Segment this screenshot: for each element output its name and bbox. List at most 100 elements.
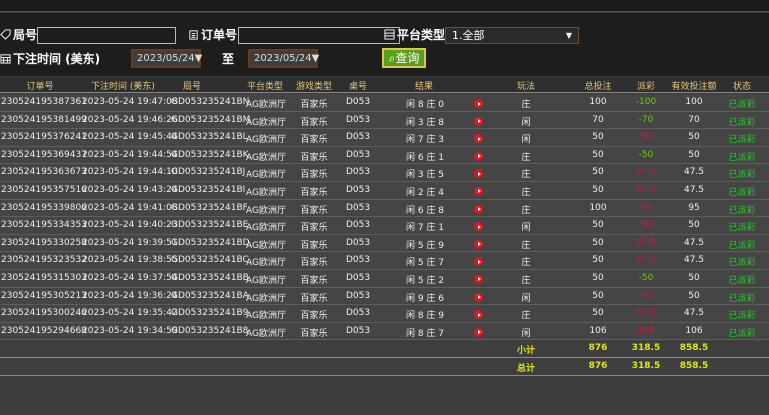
order-no-cell: 230524195363673 — [1, 167, 87, 178]
subtotal-label: 小计 — [516, 346, 536, 357]
bet-time-cell: 2023-05-24 19:39:51 — [82, 237, 178, 248]
to-label: 至 — [222, 52, 235, 66]
table-row[interactable]: 230524195381499 2023-05-24 19:46:26 GD0532… — [0, 111, 769, 130]
order-no-cell: 230524195357516 — [1, 184, 87, 195]
table-row[interactable]: 230524195387361 2023-05-24 19:47:08 GD0532… — [0, 94, 769, 112]
bet-time-cell: 2023-05-24 19:38:55 — [82, 255, 178, 266]
platform-cell: AG欧洲厅 — [246, 258, 286, 269]
play-video-icon[interactable] — [474, 257, 483, 267]
bet-type-cell: 庄 — [521, 311, 531, 322]
subtotal-bet: 876 — [588, 343, 608, 354]
play-video-icon[interactable] — [474, 186, 483, 196]
valid-bet-cell: 47.5 — [683, 308, 705, 319]
table-row[interactable]: 230524195305213 2023-05-24 19:36:24 GD0532… — [0, 287, 769, 306]
table-no-cell: D053 — [345, 149, 371, 160]
total-bet-cell: 50 — [592, 237, 604, 248]
play-video-icon[interactable] — [474, 151, 483, 161]
total-label: 总计 — [516, 363, 536, 374]
round-label: 局号 — [0, 26, 37, 43]
table-row[interactable]: 230524195369437 2023-05-24 19:44:54 GD0532… — [0, 146, 769, 165]
time-label-text: 下注时间 (美东) — [13, 52, 101, 66]
game-type-cell: 百家乐 — [300, 275, 328, 286]
tag-icon — [0, 29, 11, 40]
table-row[interactable]: 230524195334353 2023-05-24 19:40:23 GD0532… — [0, 217, 769, 235]
play-video-icon[interactable] — [474, 274, 483, 284]
date-to-picker[interactable]: 2023/05/24▼ — [248, 49, 319, 68]
order-no-cell: 230524195315303 — [1, 272, 87, 283]
payout-cell: -70 — [638, 114, 654, 125]
query-button-label: 查询 — [395, 51, 420, 65]
table-no-cell: D053 — [345, 97, 371, 107]
column-header: 结果 — [414, 82, 434, 92]
table-row[interactable]: 230524195300246 2023-05-24 19:35:42 GD0532… — [0, 305, 769, 323]
bet-type-cell: 庄 — [521, 152, 531, 163]
table-row[interactable]: 230524195330258 2023-05-24 19:39:51 GD0532… — [0, 234, 769, 253]
play-video-icon[interactable] — [474, 222, 483, 232]
round-no-cell: GD053235241BM — [171, 114, 251, 125]
total-bet-cell: 50 — [592, 149, 604, 160]
calendar-icon — [0, 54, 11, 64]
bet-time-cell: 2023-05-24 19:47:08 — [82, 97, 178, 107]
status-cell: 已派彩 — [728, 187, 756, 198]
table-row[interactable]: 230524195357516 2023-05-24 19:43:24 GD0532… — [0, 181, 769, 200]
game-type-cell: 百家乐 — [300, 187, 328, 198]
table-row[interactable]: 230524195363673 2023-05-24 19:44:10 GD0532… — [0, 164, 769, 182]
platform-select-value: 1.全部 — [452, 29, 485, 42]
game-type-cell: 百家乐 — [300, 311, 328, 322]
play-video-icon[interactable] — [474, 99, 483, 108]
total-bet-cell: 50 — [592, 220, 604, 231]
table-no-cell: D053 — [345, 184, 371, 195]
play-video-icon[interactable] — [474, 239, 483, 249]
date-to-value: 2023/05/24 — [254, 53, 312, 64]
subtotal-valid: 858.5 — [679, 343, 709, 354]
platform-select[interactable]: 1.全部 ▼ — [445, 27, 579, 44]
round-no-cell: GD053235241BF — [171, 202, 248, 213]
table-no-cell: D053 — [345, 202, 371, 213]
status-cell: 已派彩 — [728, 223, 756, 234]
status-cell: 已派彩 — [728, 328, 756, 339]
game-type-cell: 百家乐 — [300, 258, 328, 269]
order-no-cell: 230524195294668 — [1, 325, 87, 336]
column-header: 状态 — [732, 82, 752, 92]
play-video-icon[interactable] — [474, 169, 483, 179]
play-video-icon[interactable] — [474, 116, 483, 126]
round-input[interactable] — [37, 27, 176, 44]
date-from-picker[interactable]: 2023/05/24▼ — [131, 49, 202, 68]
table-row[interactable]: 230524195294668 2023-05-24 19:34:59 GD0532… — [0, 322, 769, 341]
table-row[interactable]: 230524195323532 2023-05-24 19:38:55 GD0532… — [0, 252, 769, 270]
total-bet-cell: 70 — [592, 114, 604, 125]
play-video-icon[interactable] — [474, 327, 483, 337]
play-video-icon[interactable] — [474, 292, 483, 302]
valid-bet-cell: 50 — [688, 220, 700, 231]
order-input[interactable] — [238, 27, 400, 44]
payout-cell: -50 — [638, 272, 654, 283]
bet-type-cell: 庄 — [521, 187, 531, 198]
bet-type-cell: 闲 — [521, 223, 531, 234]
table-no-cell: D053 — [345, 308, 371, 319]
result-cell: 闲 5 庄 7 — [406, 258, 445, 269]
bet-type-cell: 庄 — [521, 205, 531, 216]
play-video-icon[interactable] — [474, 204, 483, 214]
status-cell: 已派彩 — [728, 205, 756, 216]
play-video-icon[interactable] — [474, 310, 483, 320]
valid-bet-cell: 95 — [688, 202, 700, 213]
play-video-icon[interactable] — [474, 134, 483, 144]
table-row[interactable]: 230524195376241 2023-05-24 19:45:44 GD0532… — [0, 129, 769, 147]
table-row[interactable]: 230524195315303 2023-05-24 19:37:54 GD0532… — [0, 269, 769, 288]
result-cell: 闲 5 庄 9 — [406, 240, 445, 251]
total-row: 总计 876 318.5 858.5 — [0, 357, 769, 376]
bet-type-cell: 闲 — [521, 328, 531, 339]
result-cell: 闲 5 庄 2 — [406, 275, 445, 286]
time-label: 下注时间 (美东) — [0, 50, 100, 67]
status-cell: 已派彩 — [728, 293, 756, 304]
platform-cell: AG欧洲厅 — [246, 100, 286, 110]
query-button[interactable]: ⌕查询 — [382, 48, 426, 68]
result-cell: 闲 2 庄 4 — [406, 187, 445, 198]
valid-bet-cell: 47.5 — [683, 167, 705, 178]
payout-cell: 50 — [640, 132, 652, 143]
table-row[interactable]: 230524195339806 2023-05-24 19:41:08 GD0532… — [0, 199, 769, 218]
status-cell: 已派彩 — [728, 240, 756, 251]
total-bet-cell: 50 — [592, 132, 604, 143]
total-bet-cell: 50 — [592, 290, 604, 301]
bet-time-cell: 2023-05-24 19:40:23 — [82, 220, 178, 231]
